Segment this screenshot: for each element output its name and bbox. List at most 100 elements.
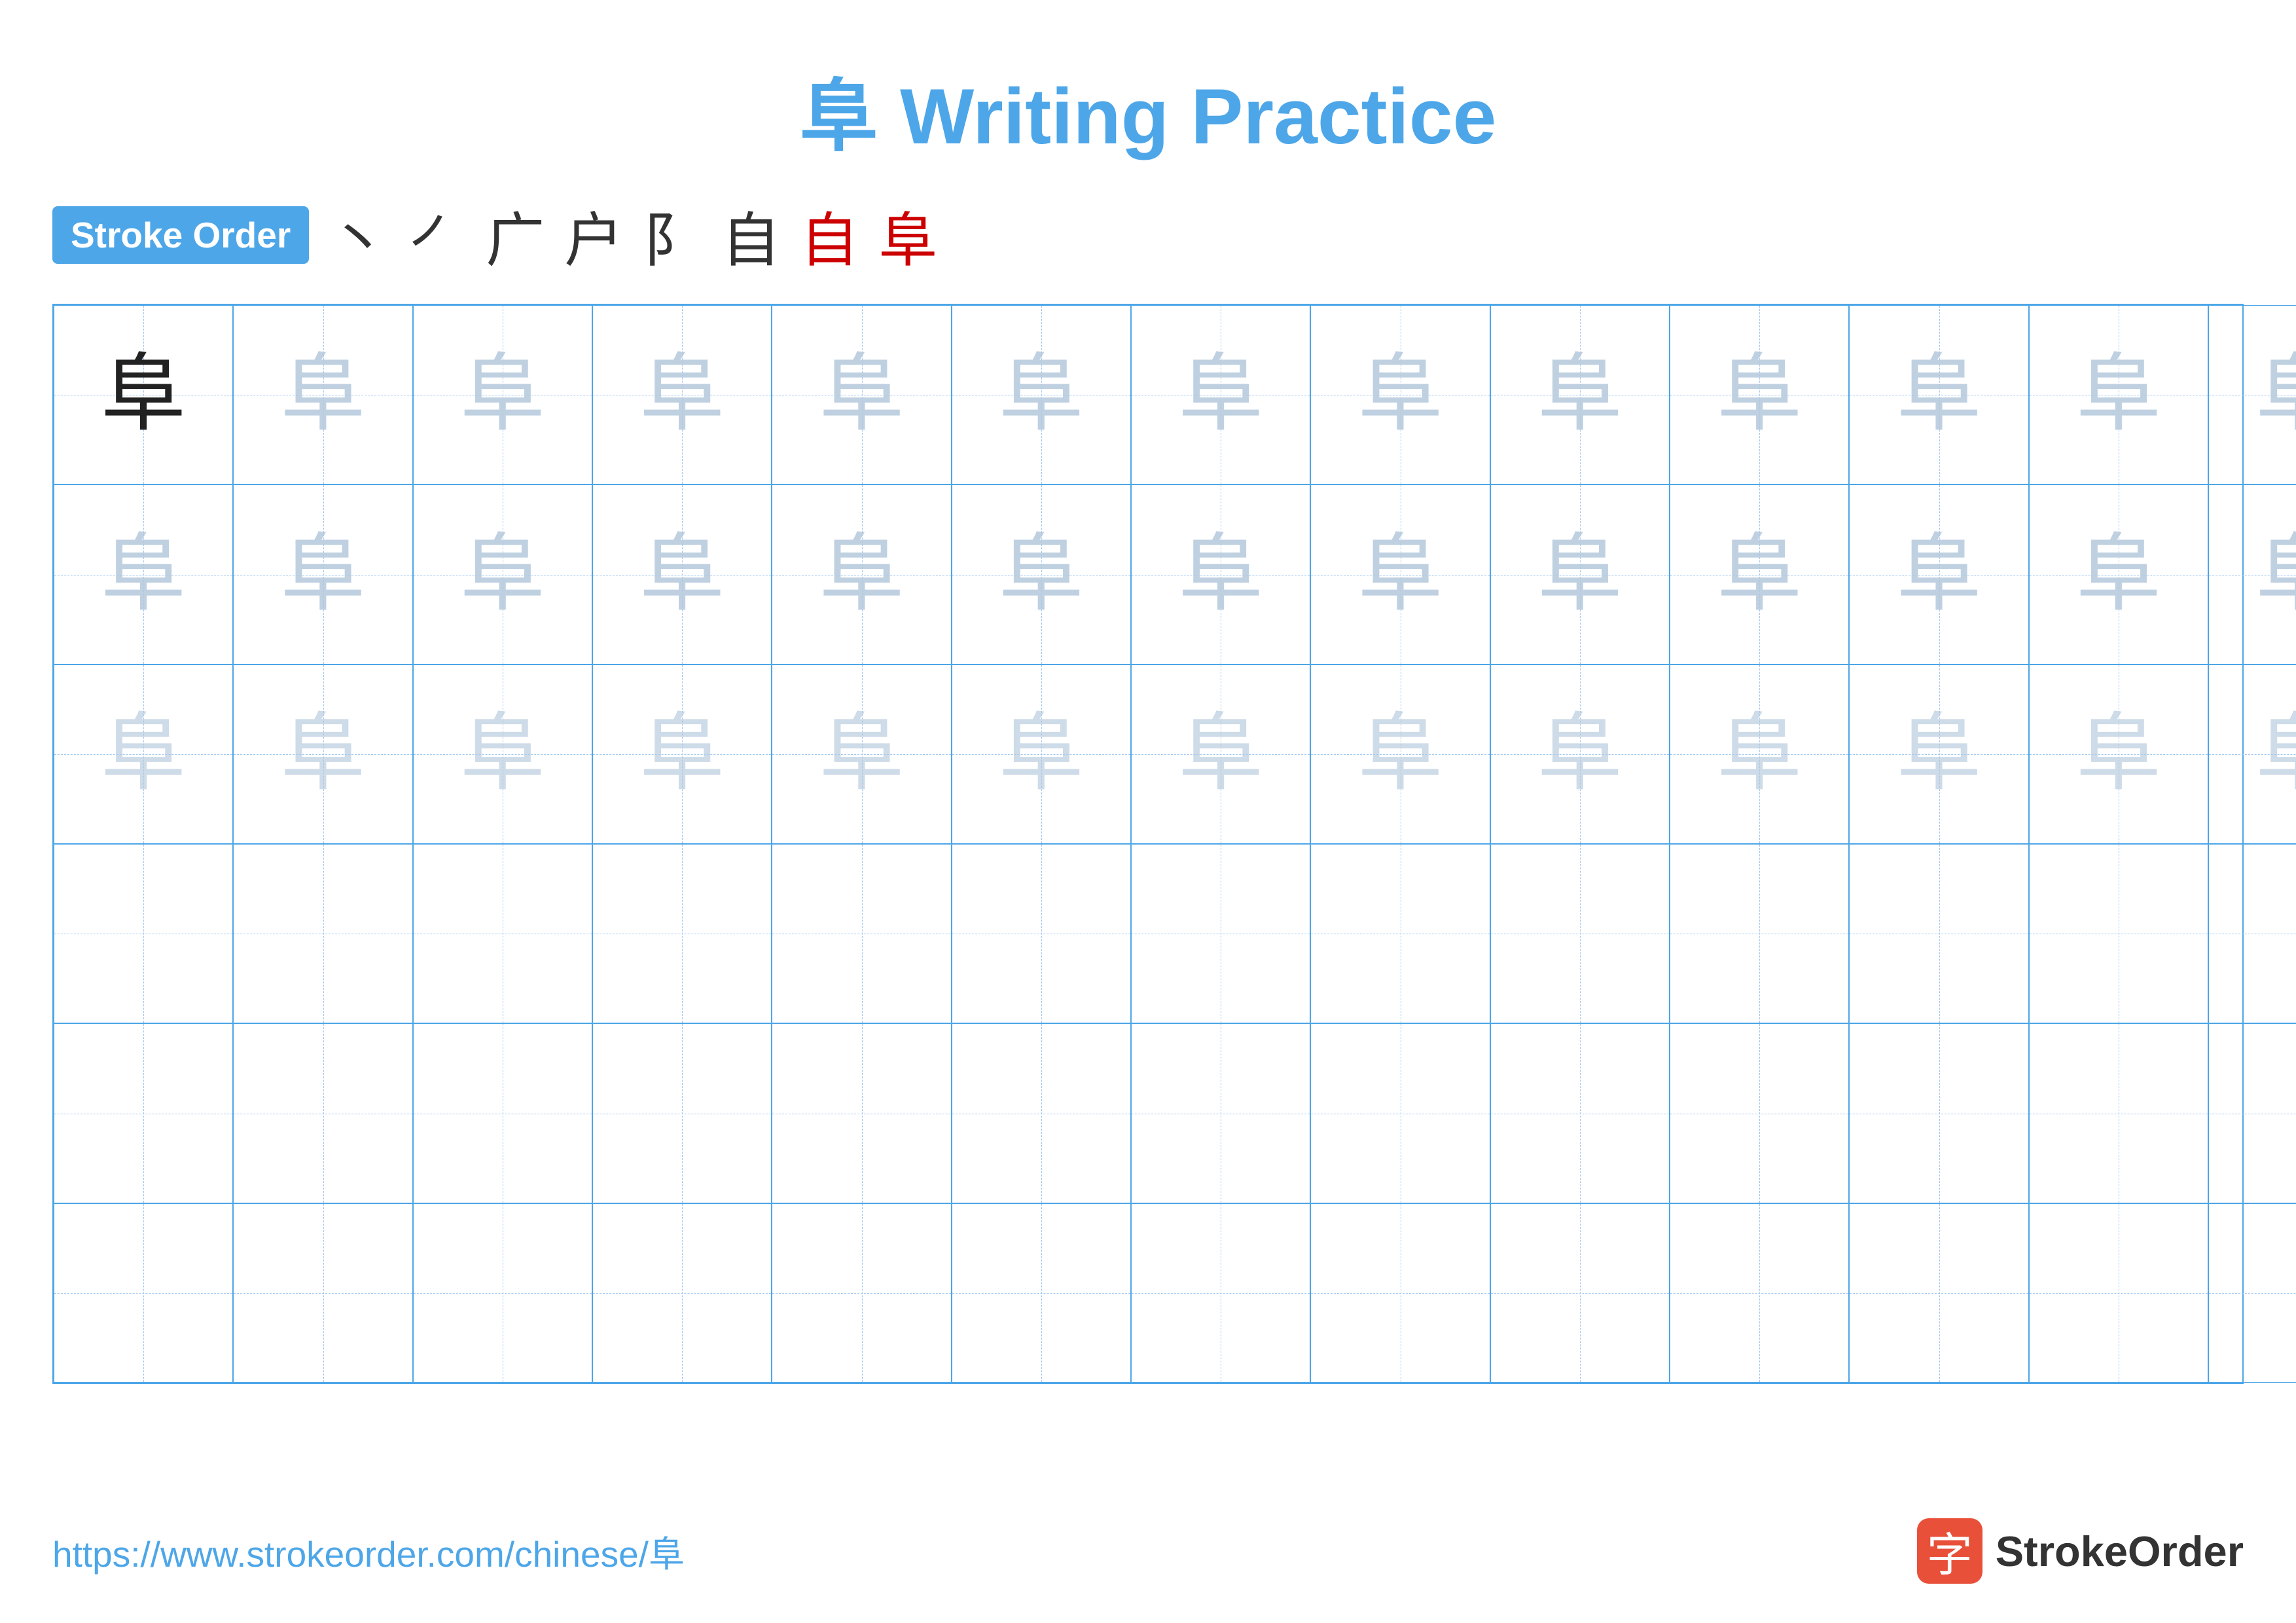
- practice-char: 阜: [101, 712, 186, 797]
- grid-cell[interactable]: [2029, 844, 2208, 1023]
- grid-cell[interactable]: [1310, 844, 1490, 1023]
- grid-cell[interactable]: 阜: [1670, 484, 1849, 664]
- grid-cell[interactable]: [413, 1203, 592, 1383]
- grid-cell[interactable]: 阜: [54, 665, 233, 844]
- stroke-order-badge: Stroke Order: [52, 206, 309, 264]
- grid-cell[interactable]: 阜: [1310, 665, 1490, 844]
- grid-cell[interactable]: 阜: [1490, 305, 1670, 484]
- practice-char: 阜: [460, 712, 545, 797]
- practice-char: 阜: [1717, 712, 1802, 797]
- practice-char: 阜: [639, 352, 725, 437]
- grid-cell[interactable]: [1131, 844, 1310, 1023]
- grid-cell[interactable]: 阜: [2029, 665, 2208, 844]
- grid-cell[interactable]: [413, 1023, 592, 1203]
- grid-cell[interactable]: [1131, 1203, 1310, 1383]
- practice-char: 阜: [1717, 532, 1802, 617]
- grid-cell[interactable]: 阜: [2208, 665, 2296, 844]
- grid-cell[interactable]: [592, 844, 772, 1023]
- grid-cell[interactable]: 阜: [1849, 305, 2028, 484]
- grid-cell[interactable]: [2208, 1023, 2296, 1203]
- grid-cell[interactable]: [1849, 844, 2028, 1023]
- grid-cell[interactable]: [1670, 1203, 1849, 1383]
- grid-cell[interactable]: [772, 844, 951, 1023]
- grid-cell[interactable]: [2029, 1203, 2208, 1383]
- grid-cell[interactable]: [1490, 844, 1670, 1023]
- grid-cell[interactable]: 阜: [952, 305, 1131, 484]
- grid-cell[interactable]: 阜: [2029, 305, 2208, 484]
- grid-cell[interactable]: 阜: [1490, 484, 1670, 664]
- grid-cell[interactable]: 阜: [54, 305, 233, 484]
- grid-cell[interactable]: 阜: [1310, 484, 1490, 664]
- grid-cell[interactable]: 阜: [772, 305, 951, 484]
- grid-cell[interactable]: 阜: [233, 305, 412, 484]
- grid-cell[interactable]: [2029, 1023, 2208, 1203]
- grid-cell[interactable]: 阜: [1670, 305, 1849, 484]
- grid-cell[interactable]: [233, 1023, 412, 1203]
- grid-cell[interactable]: [1849, 1023, 2028, 1203]
- grid-cell[interactable]: 阜: [1849, 665, 2028, 844]
- practice-char: 阜: [639, 532, 725, 617]
- stroke-step-5: 阝: [643, 192, 702, 278]
- grid-cell[interactable]: 阜: [413, 665, 592, 844]
- grid-cell[interactable]: [772, 1203, 951, 1383]
- grid-cell[interactable]: [54, 1023, 233, 1203]
- grid-cell[interactable]: [592, 1023, 772, 1203]
- grid-cell[interactable]: [1670, 1023, 1849, 1203]
- grid-cell[interactable]: 阜: [1670, 665, 1849, 844]
- grid-cell[interactable]: 阜: [1849, 484, 2028, 664]
- grid-cell[interactable]: [1490, 1203, 1670, 1383]
- grid-cell[interactable]: 阜: [1131, 484, 1310, 664]
- grid-cell[interactable]: [1849, 1203, 2028, 1383]
- grid-cell[interactable]: [233, 844, 412, 1023]
- grid-cell[interactable]: 阜: [413, 305, 592, 484]
- grid-cell[interactable]: [1310, 1203, 1490, 1383]
- grid-cell[interactable]: 阜: [54, 484, 233, 664]
- title-char: 阜: [800, 73, 878, 160]
- grid-cell[interactable]: 阜: [2208, 305, 2296, 484]
- practice-char: 阜: [2076, 532, 2161, 617]
- grid-cell[interactable]: 阜: [2029, 484, 2208, 664]
- logo-icon: 字: [1917, 1518, 1982, 1584]
- footer-logo: 字 StrokeOrder: [1917, 1518, 2244, 1584]
- grid-cell[interactable]: 阜: [413, 484, 592, 664]
- grid-cell[interactable]: [1670, 844, 1849, 1023]
- grid-cell[interactable]: 阜: [592, 305, 772, 484]
- logo-char: 字: [1927, 1518, 1973, 1584]
- stroke-step-8: 阜: [878, 192, 937, 278]
- grid-cell[interactable]: [413, 844, 592, 1023]
- grid-cell[interactable]: 阜: [1310, 305, 1490, 484]
- grid-cell[interactable]: 阜: [952, 665, 1131, 844]
- grid-cell[interactable]: [1310, 1023, 1490, 1203]
- practice-char: 阜: [1897, 352, 1982, 437]
- grid-cell[interactable]: 阜: [2208, 484, 2296, 664]
- grid-cell[interactable]: 阜: [233, 484, 412, 664]
- grid-cell[interactable]: [54, 1203, 233, 1383]
- grid-cell[interactable]: [952, 844, 1131, 1023]
- grid-cell[interactable]: 阜: [592, 484, 772, 664]
- grid-cell[interactable]: 阜: [233, 665, 412, 844]
- grid-cell[interactable]: 阜: [1131, 305, 1310, 484]
- practice-char: 阜: [1178, 532, 1263, 617]
- grid-cell[interactable]: 阜: [1131, 665, 1310, 844]
- grid-cell[interactable]: [54, 844, 233, 1023]
- grid-cell[interactable]: [1131, 1023, 1310, 1203]
- grid-cell[interactable]: 阜: [772, 665, 951, 844]
- grid-cell[interactable]: [2208, 1203, 2296, 1383]
- grid-cell[interactable]: [952, 1023, 1131, 1203]
- grid-cell[interactable]: [233, 1203, 412, 1383]
- footer-url[interactable]: https://www.strokeorder.com/chinese/阜: [52, 1525, 685, 1577]
- grid-cell[interactable]: 阜: [592, 665, 772, 844]
- grid-cell[interactable]: 阜: [1490, 665, 1670, 844]
- practice-char: 阜: [1537, 532, 1623, 617]
- grid-cell[interactable]: 阜: [772, 484, 951, 664]
- page-title: 阜 Writing Practice: [0, 0, 2296, 192]
- grid-cell[interactable]: [952, 1203, 1131, 1383]
- practice-char: 阜: [2255, 352, 2296, 437]
- footer: https://www.strokeorder.com/chinese/阜 字 …: [0, 1518, 2296, 1584]
- grid-cell[interactable]: [1490, 1023, 1670, 1203]
- grid-cell[interactable]: 阜: [952, 484, 1131, 664]
- grid-cell[interactable]: [772, 1023, 951, 1203]
- stroke-step-2: ㇒: [407, 192, 466, 278]
- grid-cell[interactable]: [2208, 844, 2296, 1023]
- grid-cell[interactable]: [592, 1203, 772, 1383]
